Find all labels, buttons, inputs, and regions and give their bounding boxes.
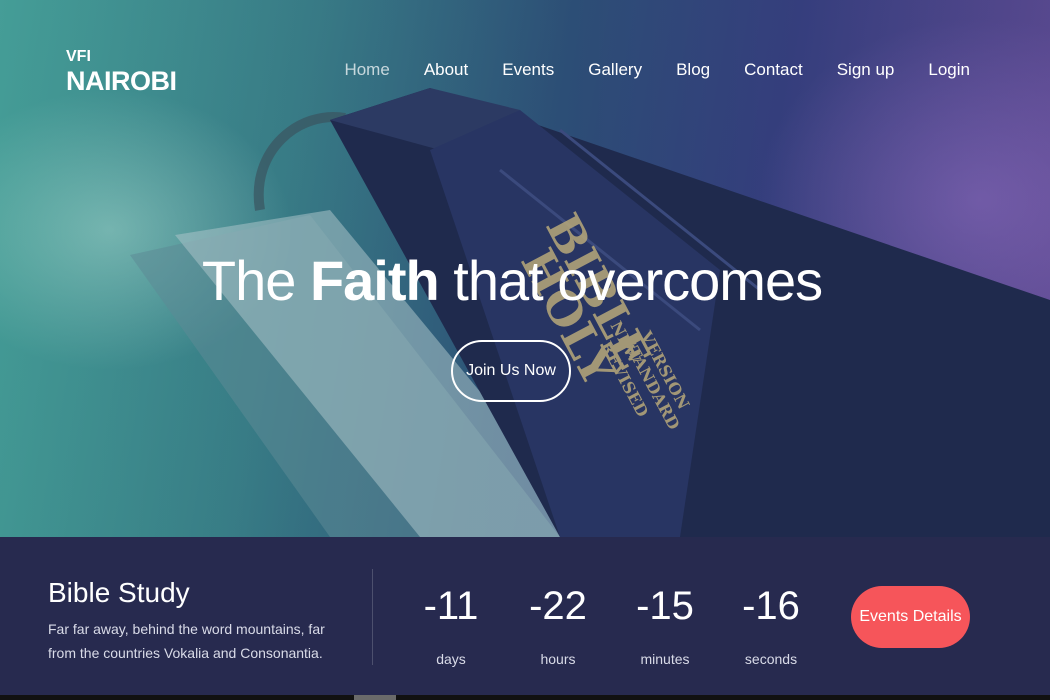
hero-headline: The Faith that overcomes bbox=[0, 248, 1024, 313]
nav-login[interactable]: Login bbox=[928, 60, 970, 80]
nav-events[interactable]: Events bbox=[502, 60, 554, 80]
event-countdown-bar: Bible Study Far far away, behind the wor… bbox=[0, 537, 1050, 700]
countdown-days-label: days bbox=[436, 651, 466, 667]
countdown-minutes-label: minutes bbox=[640, 651, 690, 667]
countdown-seconds: -16 seconds bbox=[721, 583, 821, 667]
countdown-seconds-value: -16 bbox=[742, 584, 800, 628]
logo-top-text: VFI bbox=[66, 48, 91, 65]
event-description: Far far away, behind the word mountains,… bbox=[48, 621, 325, 661]
countdown-hours-label: hours bbox=[540, 651, 576, 667]
countdown-minutes-value: -15 bbox=[636, 584, 694, 628]
nav-contact[interactable]: Contact bbox=[744, 60, 803, 80]
divider bbox=[372, 569, 373, 665]
nav-home[interactable]: Home bbox=[344, 60, 389, 80]
headline-pre: The bbox=[201, 249, 310, 312]
headline-bold: Faith bbox=[309, 249, 440, 312]
logo-main-text: NAIROBI bbox=[66, 66, 177, 96]
site-logo[interactable]: VFI NAIROBI bbox=[66, 48, 177, 96]
bottom-strip bbox=[0, 695, 1050, 700]
countdown-days-value: -11 bbox=[423, 584, 479, 628]
nav-gallery[interactable]: Gallery bbox=[588, 60, 642, 80]
main-nav: Home About Events Gallery Blog Contact S… bbox=[310, 60, 970, 80]
nav-blog[interactable]: Blog bbox=[676, 60, 710, 80]
join-us-button[interactable]: Join Us Now bbox=[451, 340, 571, 402]
nav-sign-up[interactable]: Sign up bbox=[837, 60, 895, 80]
countdown-hours-value: -22 bbox=[529, 584, 587, 628]
countdown-minutes: -15 minutes bbox=[615, 583, 715, 667]
hero-section: HOLY BIBLE NEW REVISED STANDARD VERSION … bbox=[0, 0, 1050, 537]
nav-about[interactable]: About bbox=[424, 60, 468, 80]
countdown-hours: -22 hours bbox=[508, 583, 608, 667]
countdown-seconds-label: seconds bbox=[744, 651, 798, 667]
event-title: Bible Study bbox=[48, 577, 190, 608]
countdown-days: -11 days bbox=[401, 583, 501, 667]
headline-post: that overcomes bbox=[438, 249, 823, 312]
events-details-button[interactable]: Events Details bbox=[851, 586, 970, 648]
scroll-indicator bbox=[354, 695, 396, 700]
